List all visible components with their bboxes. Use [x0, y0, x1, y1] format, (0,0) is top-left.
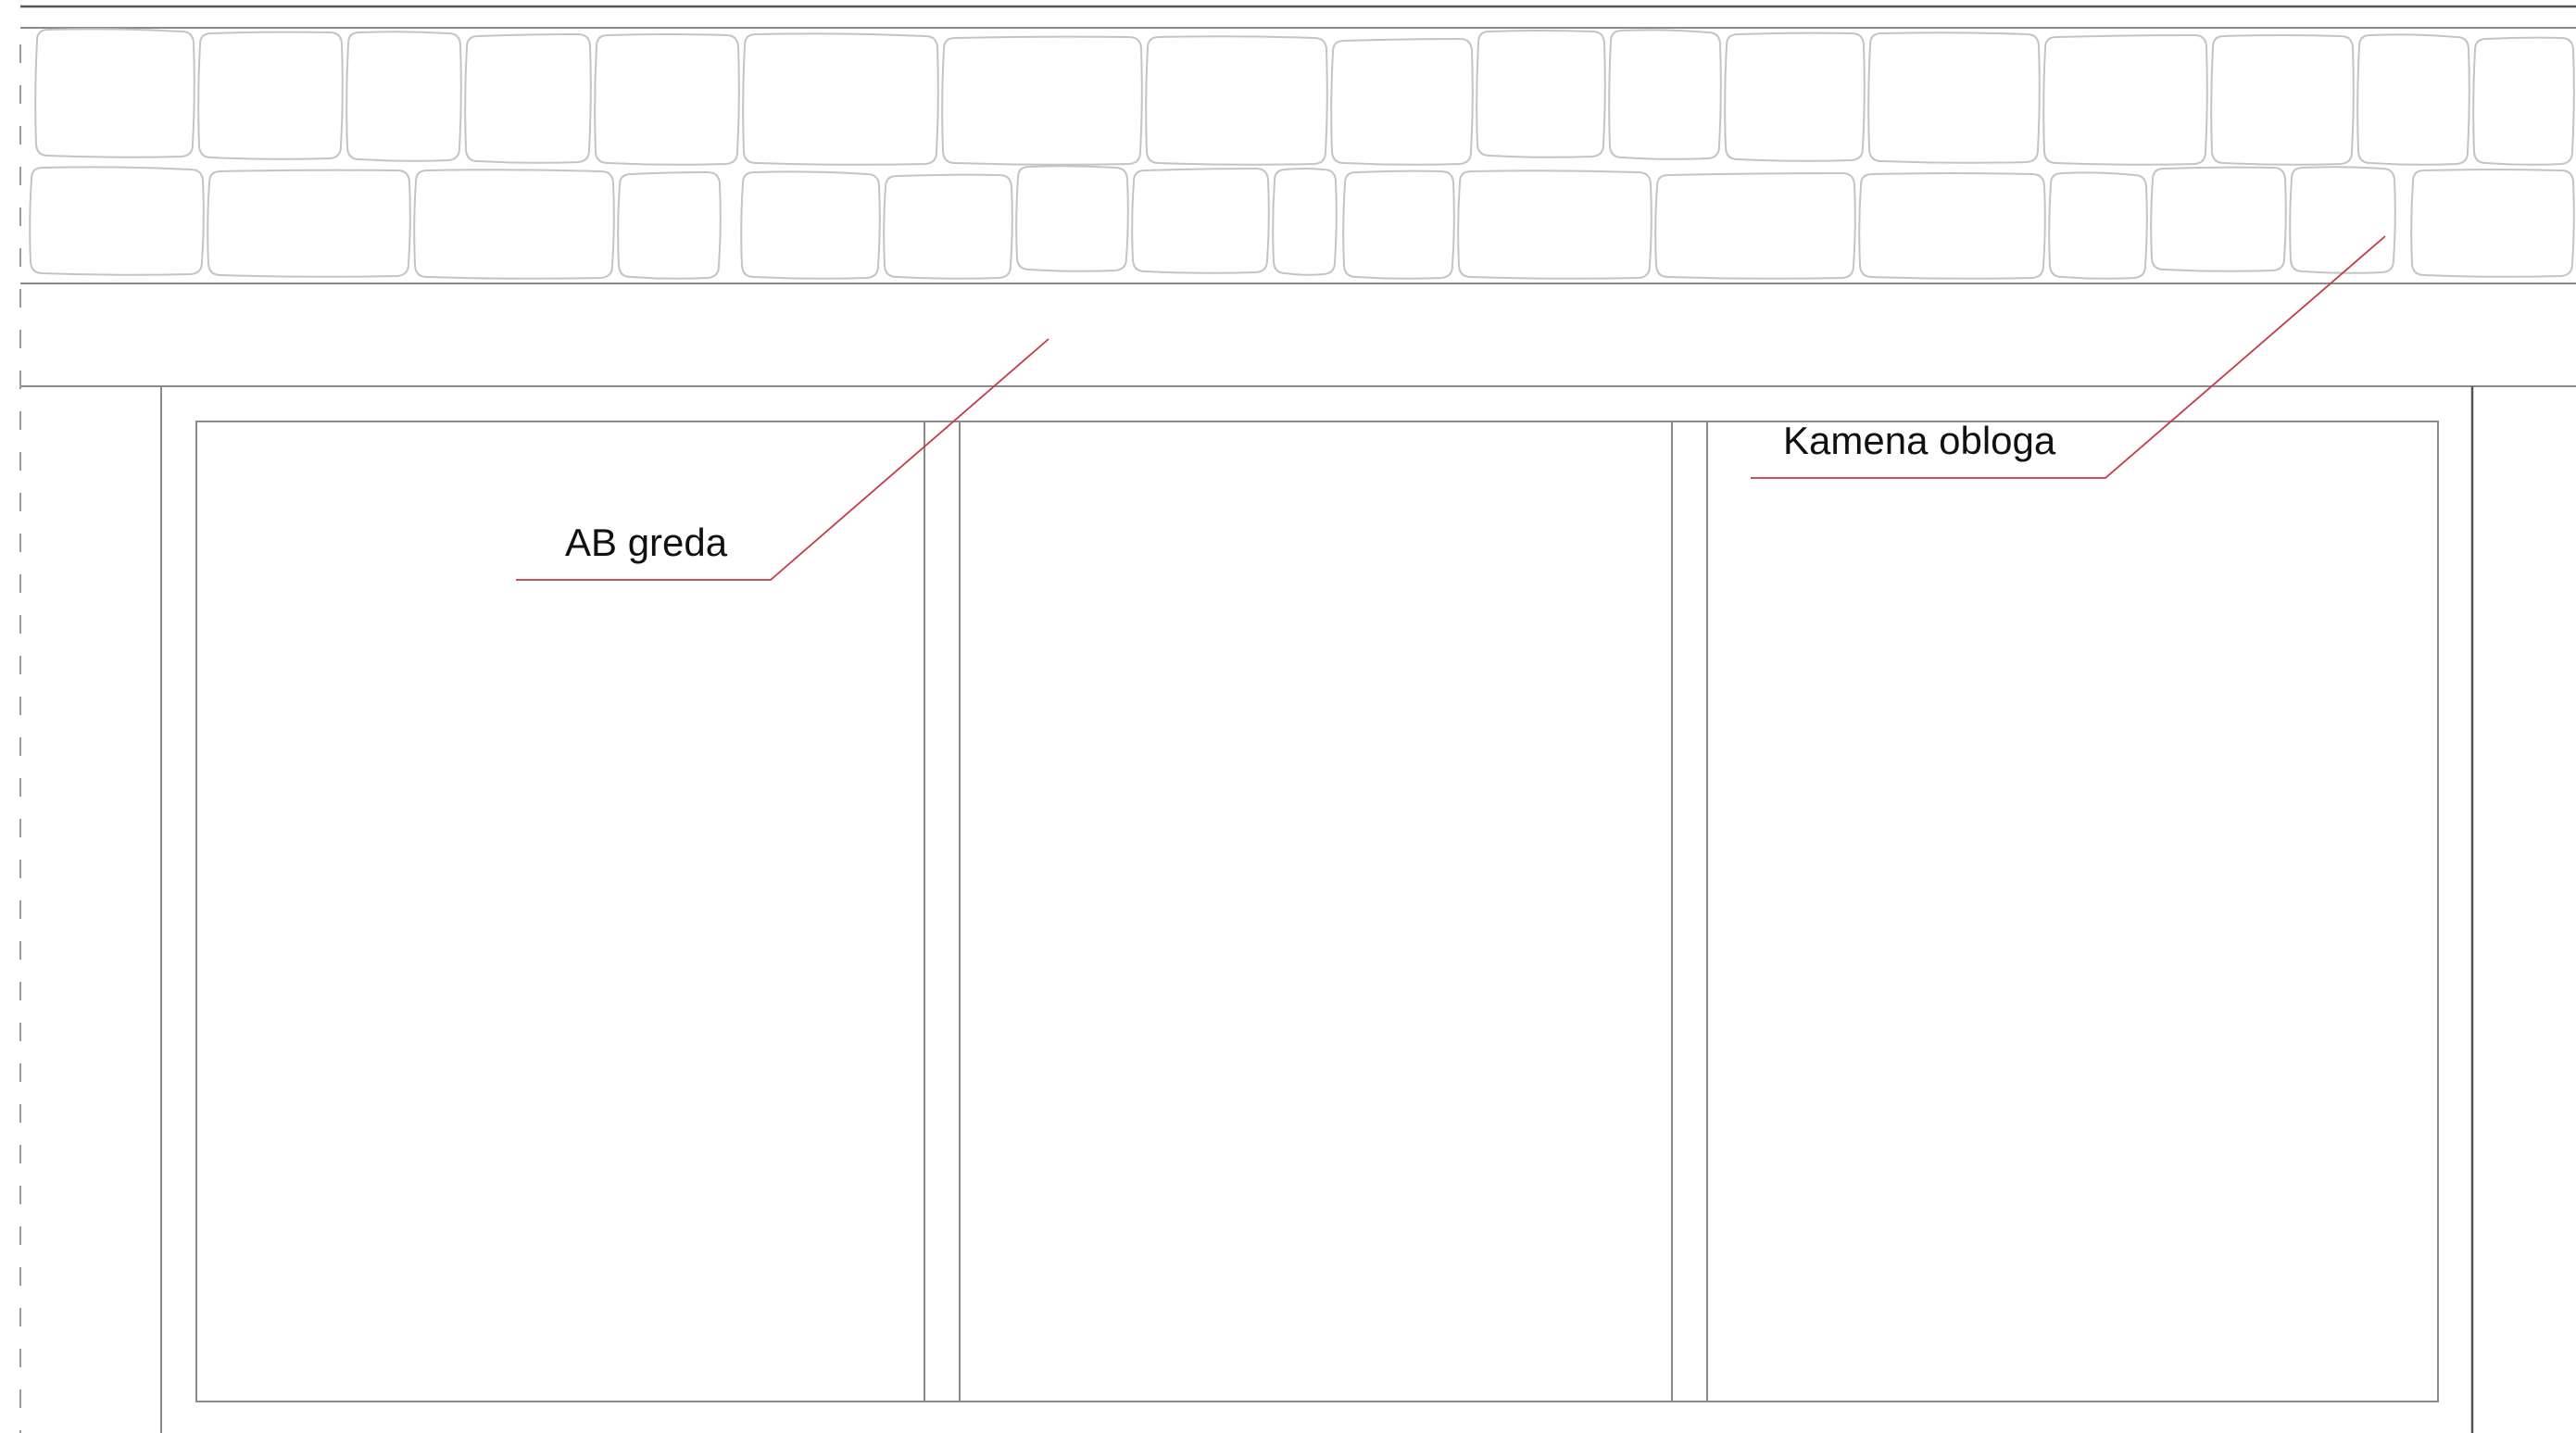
- stone-block: [1457, 170, 1652, 280]
- stone-block: [1724, 31, 1866, 162]
- stone-block: [617, 170, 722, 280]
- stone-block: [941, 35, 1143, 166]
- stone-block: [1867, 31, 2041, 164]
- stone-block: [1131, 167, 1270, 274]
- stone-block: [883, 173, 1013, 280]
- stone-block: [1858, 172, 2046, 280]
- stone-block: [197, 31, 344, 160]
- stone-block: [346, 31, 462, 162]
- stone-block: [464, 32, 592, 164]
- stone-block: [1145, 35, 1328, 166]
- stone-block: [413, 169, 615, 280]
- stone-block: [2048, 171, 2148, 280]
- stone-block: [2210, 34, 2355, 166]
- stone-block: [742, 32, 939, 166]
- stone-block: [2356, 33, 2470, 166]
- window-frame-outer: [195, 421, 2439, 1402]
- elevation-drawing: AB greda Kamena obloga: [19, 5, 2576, 1433]
- stone-block: [2472, 36, 2575, 166]
- stone-block: [1342, 170, 1455, 280]
- stone-block: [2042, 33, 2208, 166]
- stone-block: [1015, 165, 1129, 272]
- stone-block: [1654, 171, 1856, 280]
- stone-block: [740, 170, 881, 280]
- beam-label: AB greda: [565, 521, 728, 564]
- stone-block: [594, 33, 740, 166]
- stone-block: [207, 169, 411, 278]
- stone-block: [34, 28, 195, 158]
- stone-block: [1476, 30, 1606, 158]
- stone-block: [2410, 169, 2575, 278]
- stone-block: [1330, 37, 1474, 166]
- stone-block: [29, 166, 205, 276]
- stone-block: [1272, 168, 1338, 276]
- stone-cladding: [29, 28, 2575, 280]
- stone-block: [1608, 29, 1722, 160]
- stone-block: [2150, 166, 2287, 272]
- cladding-label: Kamena obloga: [1783, 419, 2056, 462]
- stone-block: [2289, 166, 2396, 274]
